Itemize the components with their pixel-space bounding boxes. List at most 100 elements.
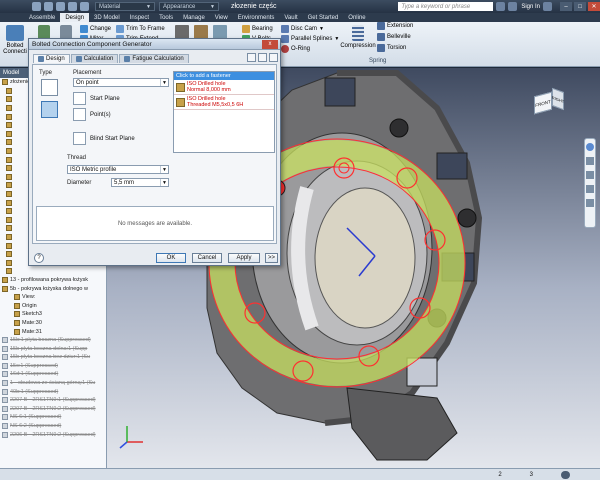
save-icon[interactable] (56, 2, 65, 11)
tree-item-label: NS 6:1 (Suppressed) (10, 414, 62, 421)
redo-icon[interactable] (80, 2, 89, 11)
search-input[interactable]: Type a keyword or phrase (398, 2, 494, 11)
tree-item[interactable]: View: (0, 293, 106, 302)
through-all-type-button[interactable] (41, 79, 58, 96)
sign-in-link[interactable]: Sign In (521, 4, 540, 10)
tab-environments[interactable]: Environments (233, 13, 280, 22)
tab-tools[interactable]: Tools (154, 13, 178, 22)
tree-item[interactable]: 15b:1 płyta boczna (Suppressed) (0, 336, 106, 345)
status-bar: 2 3 (0, 468, 600, 480)
tree-item[interactable]: Origin (0, 301, 106, 310)
open-icon[interactable] (44, 2, 53, 11)
tree-item[interactable]: 2207 B - 2RS1TN9:1 (Suppressed) (0, 396, 106, 405)
tab-design[interactable]: Design (33, 54, 70, 63)
gear-button[interactable] (175, 25, 189, 39)
look-at-icon[interactable] (586, 199, 594, 207)
close-button[interactable]: ✕ (588, 2, 600, 11)
orbit-icon[interactable] (586, 185, 594, 193)
apply-button[interactable]: Apply (228, 253, 260, 263)
add-fastener-row[interactable]: Click to add a fastener (174, 72, 274, 80)
options-icon[interactable] (269, 53, 278, 62)
new-icon[interactable] (32, 2, 41, 11)
maximize-button[interactable]: □ (574, 2, 586, 11)
search-icon[interactable] (496, 2, 506, 11)
viewcube[interactable]: FRONT RIGHT (530, 87, 564, 118)
help-icon[interactable] (543, 2, 552, 11)
tree-item[interactable]: Sketch3 (0, 310, 106, 319)
dialog-title-bar[interactable]: Bolted Connection Component Generator x (29, 39, 280, 50)
tab-view[interactable]: View (210, 13, 233, 22)
chevron-down-icon: ▼ (146, 3, 151, 10)
tree-item[interactable]: 40b:1 (Suppressed) (0, 387, 106, 396)
extension-spring-button[interactable]: Extension (377, 22, 413, 30)
tree-item[interactable]: 15b płyta boczna dolna:1 (Supp (0, 344, 106, 353)
tab-inspect[interactable]: Inspect (125, 13, 154, 22)
zoom-icon[interactable] (586, 171, 594, 179)
tab-vault[interactable]: Vault (279, 13, 302, 22)
tree-item[interactable]: NS 6:2 (Suppressed) (0, 422, 106, 431)
tree-item[interactable]: 2206 B - 2RS1TN9:2 (Suppressed) (0, 430, 106, 439)
tab-manage[interactable]: Manage (178, 13, 210, 22)
help-button[interactable]: ? (34, 253, 44, 263)
tree-item[interactable]: Mate:31 (0, 327, 106, 336)
tree-item-label: 2206 B - 2RS1TN9:2 (Suppressed) (10, 431, 96, 438)
list-item[interactable]: ISO Drilled hole Normal 8,000 mm (174, 80, 274, 95)
undo-icon[interactable] (68, 2, 77, 11)
tree-item[interactable]: 13 - profilowana pokrywa łożysk (0, 276, 106, 285)
ribbon-tabs: Assemble Design 3D Model Inspect Tools M… (0, 13, 600, 22)
tree-item[interactable]: 2207 B - 2RS1TN9:2 (Suppressed) (0, 405, 106, 414)
tab-fatigue-calculation[interactable]: Fatigue Calculation (119, 54, 189, 63)
more-options-button[interactable]: >> (265, 253, 278, 263)
pan-icon[interactable] (586, 157, 594, 165)
key-button[interactable] (194, 25, 208, 39)
minimize-button[interactable]: – (560, 2, 572, 11)
viewcube-right-face[interactable]: RIGHT (552, 87, 564, 111)
save-template-icon[interactable] (247, 53, 256, 62)
tree-item[interactable]: 16d:1 (Suppressed) (0, 370, 106, 379)
blind-type-button[interactable] (41, 101, 58, 118)
placement-select[interactable]: On point ▼ (73, 78, 169, 87)
trim-to-frame-button[interactable]: Trim To Frame (116, 25, 165, 33)
o-ring-button[interactable]: O-Ring (281, 45, 310, 53)
diameter-select[interactable]: 5,5 mm ▼ (111, 178, 169, 187)
cancel-button[interactable]: Cancel (192, 253, 222, 263)
list-item[interactable]: ISO Drilled hole Threaded M5,5x0,5 6H (174, 95, 274, 110)
tree-item[interactable] (0, 267, 106, 276)
start-plane-pick-button[interactable] (73, 92, 86, 105)
preview-icon[interactable] (258, 53, 267, 62)
points-pick-button[interactable] (73, 108, 86, 121)
tree-item[interactable]: 15b płyta boczna bez dziur:1 (Su (0, 353, 106, 362)
part-icon (6, 208, 12, 215)
bolted-connection-button[interactable]: Bolted Connecti (2, 25, 28, 57)
material-dropdown[interactable]: Material ▼ (95, 2, 155, 11)
blind-start-plane-pick-button[interactable] (73, 132, 86, 145)
tree-item-label: Mate:30 (22, 319, 42, 326)
tree-item[interactable]: NS 6:1 (Suppressed) (0, 413, 106, 422)
placement-select-value: On point (76, 79, 99, 86)
torsion-spring-button[interactable]: Torsion (377, 44, 406, 52)
belleville-spring-button[interactable]: Belleville (377, 33, 411, 41)
viewcube-front-face[interactable]: FRONT (534, 91, 552, 115)
clevis-button[interactable] (213, 25, 227, 39)
ok-button[interactable]: OK (156, 253, 186, 263)
tab-calculation[interactable]: Calculation (70, 54, 119, 63)
tab-3d-model[interactable]: 3D Model (89, 13, 125, 22)
tab-design[interactable]: Design (60, 13, 90, 22)
tree-item[interactable]: 1 - obudowa ze ścianą górną:1 (Su (0, 379, 106, 388)
parallel-splines-button[interactable]: Parallel Splines ▼ (281, 35, 339, 43)
tree-item[interactable]: 5b - pokrywa łożyska dolnego w (0, 284, 106, 293)
bearing-button[interactable]: Bearing (242, 25, 273, 33)
thread-select[interactable]: ISO Metric profile ▼ (67, 165, 169, 174)
steering-wheel-icon[interactable] (586, 143, 594, 151)
tab-assemble[interactable]: Assemble (24, 13, 60, 22)
appearance-dropdown[interactable]: Appearance ▼ (159, 2, 219, 11)
dialog-close-button[interactable]: x (262, 39, 278, 49)
tree-item[interactable]: Mate:30 (0, 319, 106, 328)
part-icon (6, 216, 12, 223)
tab-online[interactable]: Online (343, 13, 370, 22)
compression-spring-button[interactable]: Compression (340, 25, 376, 57)
disc-cam-button[interactable]: Disc Cam ▼ (281, 25, 324, 33)
tab-get-started[interactable]: Get Started (303, 13, 344, 22)
change-button[interactable]: Change (80, 25, 111, 33)
tree-item[interactable]: 15c:1 (Suppressed) (0, 362, 106, 371)
